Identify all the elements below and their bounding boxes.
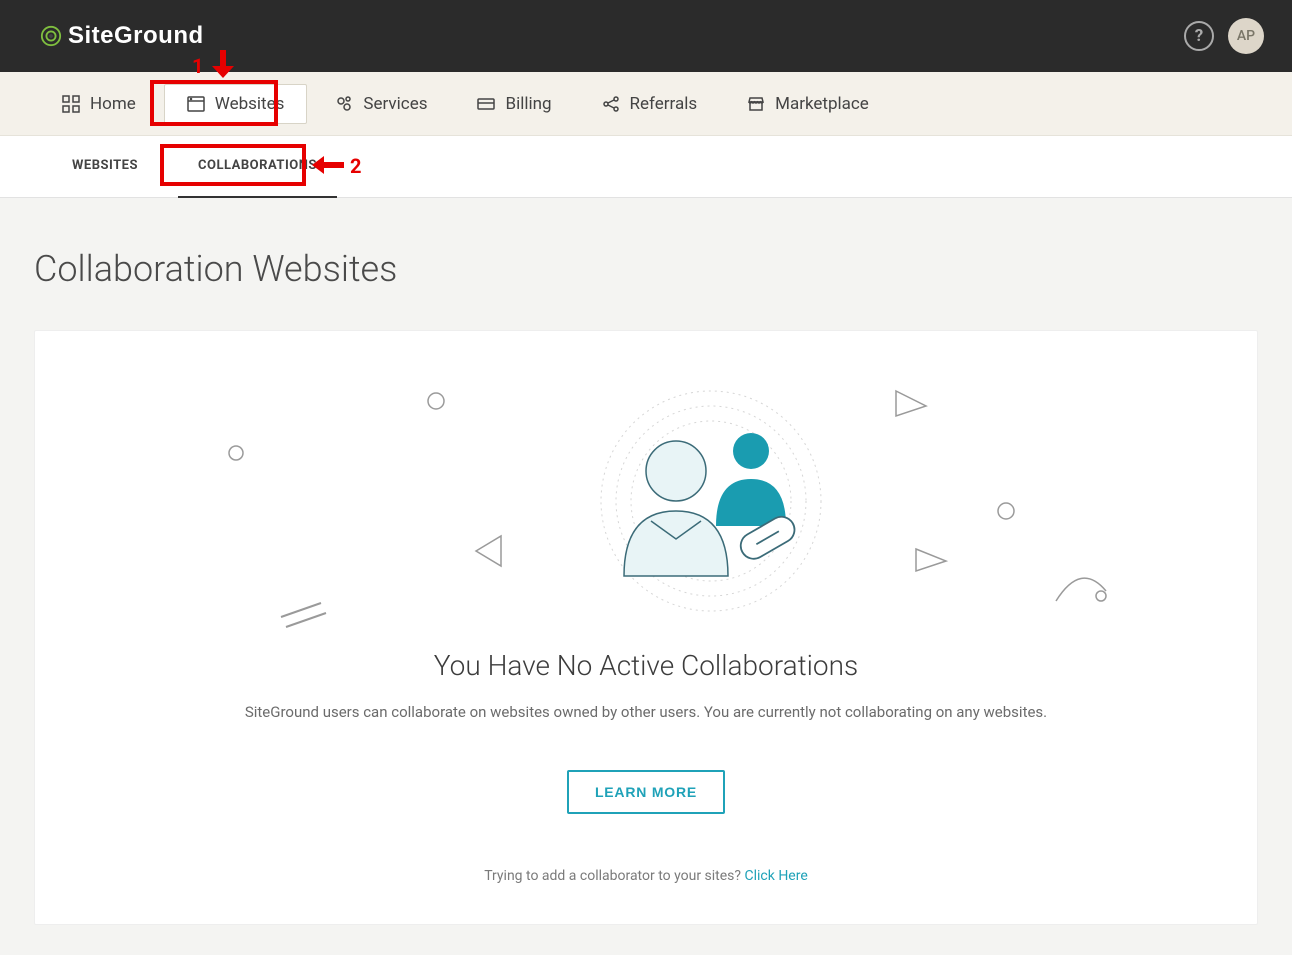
learn-more-button[interactable]: LEARN MORE bbox=[567, 770, 725, 814]
page-title: Collaboration Websites bbox=[34, 248, 1258, 290]
annotation-number-2: 2 bbox=[350, 154, 361, 178]
brand[interactable]: SiteGround bbox=[40, 22, 204, 50]
nav-label: Services bbox=[363, 94, 427, 114]
store-icon bbox=[747, 95, 765, 113]
hint-prefix: Trying to add a collaborator to your sit… bbox=[484, 868, 744, 884]
card-icon bbox=[477, 95, 495, 113]
avatar[interactable]: AP bbox=[1228, 18, 1264, 54]
subtab-collaborations[interactable]: COLLABORATIONS bbox=[178, 136, 337, 198]
subtab-websites[interactable]: WEBSITES bbox=[52, 136, 158, 198]
help-button[interactable]: ? bbox=[1184, 21, 1214, 51]
topbar-actions: ? AP bbox=[1184, 18, 1264, 54]
collaboration-card: You Have No Active Collaborations SiteGr… bbox=[34, 330, 1258, 925]
nav-item-billing[interactable]: Billing bbox=[455, 84, 573, 124]
hint-link[interactable]: Click Here bbox=[745, 868, 808, 884]
brand-swirl-icon bbox=[40, 25, 62, 47]
nav-label: Billing bbox=[505, 94, 551, 114]
empty-state-hint: Trying to add a collaborator to your sit… bbox=[75, 868, 1217, 884]
nav-item-marketplace[interactable]: Marketplace bbox=[725, 84, 891, 124]
main-nav: Home Websites Services Billing Referrals… bbox=[0, 72, 1292, 136]
share-icon bbox=[602, 95, 620, 113]
brand-text: SiteGround bbox=[68, 22, 204, 50]
nav-item-websites[interactable]: Websites bbox=[164, 84, 308, 124]
nav-label: Home bbox=[90, 94, 136, 114]
grid-icon bbox=[62, 95, 80, 113]
nav-item-referrals[interactable]: Referrals bbox=[580, 84, 720, 124]
nav-label: Marketplace bbox=[775, 94, 869, 114]
empty-state-heading: You Have No Active Collaborations bbox=[75, 649, 1217, 682]
topbar: SiteGround ? AP bbox=[0, 0, 1292, 72]
subtab-label: WEBSITES bbox=[72, 158, 138, 173]
empty-state-description: SiteGround users can collaborate on webs… bbox=[75, 700, 1217, 724]
sub-tabs: WEBSITES COLLABORATIONS 2 bbox=[0, 136, 1292, 198]
subtab-label: COLLABORATIONS bbox=[198, 158, 317, 173]
services-icon bbox=[335, 95, 353, 113]
nav-label: Websites bbox=[215, 94, 285, 114]
browser-icon bbox=[187, 95, 205, 113]
content: Collaboration Websites bbox=[0, 198, 1292, 955]
nav-label: Referrals bbox=[630, 94, 698, 114]
nav-item-home[interactable]: Home bbox=[40, 84, 158, 124]
avatar-initials: AP bbox=[1237, 28, 1255, 44]
question-icon: ? bbox=[1195, 26, 1203, 46]
nav-item-services[interactable]: Services bbox=[313, 84, 449, 124]
empty-state-illustration bbox=[75, 371, 1217, 631]
